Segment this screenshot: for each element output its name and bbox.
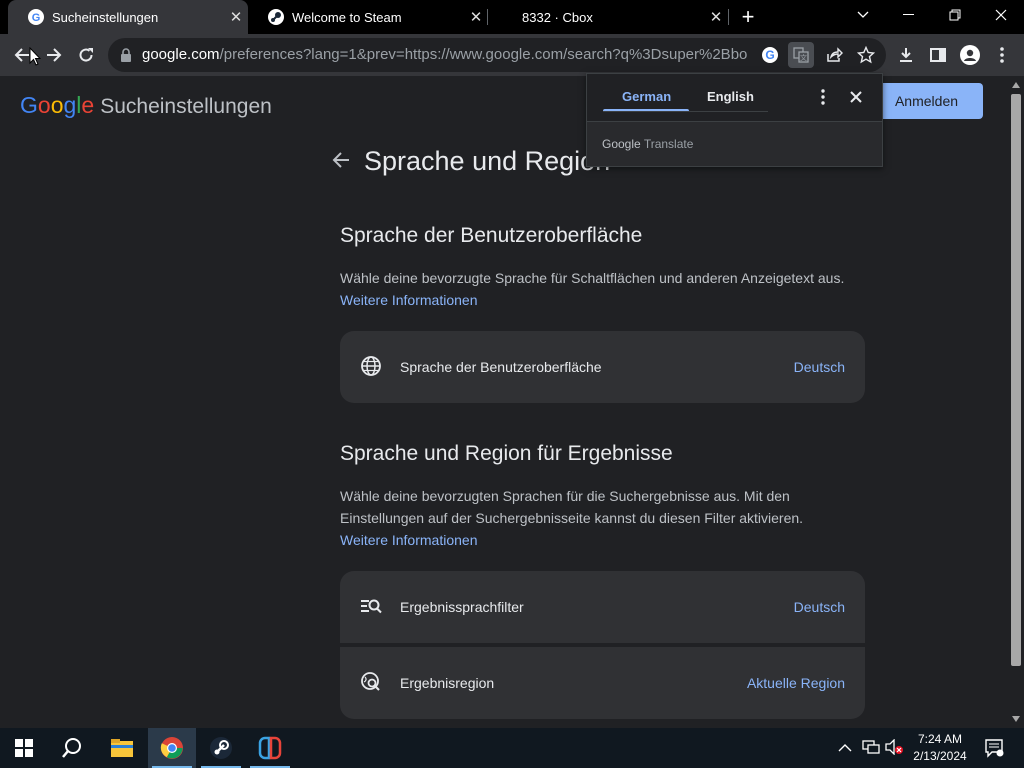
ui-language-row[interactable]: Sprache der Benutzeroberfläche Deutsch: [340, 331, 865, 403]
translate-popup: German English Google Translate: [586, 73, 883, 167]
side-panel-icon[interactable]: [925, 42, 951, 68]
lock-icon[interactable]: [113, 42, 139, 68]
tab-close-icon[interactable]: ✕: [464, 8, 488, 26]
page-scrollbar[interactable]: [1008, 76, 1024, 728]
row-label: Ergebnissprachfilter: [400, 599, 524, 615]
clock-date: 2/13/2024: [913, 749, 967, 763]
more-info-link[interactable]: Weitere Informationen: [340, 292, 477, 308]
show-hidden-icons-icon[interactable]: [838, 740, 852, 758]
tab-close-icon[interactable]: ✕: [224, 8, 248, 26]
row-value[interactable]: Deutsch: [794, 359, 845, 375]
translate-icon[interactable]: 文: [788, 42, 814, 68]
start-button[interactable]: [0, 728, 48, 768]
globe-icon: [360, 355, 384, 379]
translate-language-tabs: German English: [587, 74, 882, 120]
url-path: /preferences?lang=1&prev=https://www.goo…: [219, 46, 747, 63]
windows-taskbar: 7:24 AM 2/13/2024: [0, 728, 1024, 768]
translate-footer: Google Translate: [587, 121, 882, 166]
section-description: Wähle deine bevorzugte Sprache für Schal…: [340, 270, 845, 286]
taskbar-search-icon[interactable]: [48, 728, 96, 768]
row-label: Ergebnisregion: [400, 675, 495, 691]
tab-english[interactable]: English: [707, 89, 754, 104]
google-header: Google Sucheinstellungen: [20, 92, 272, 119]
tab-strip: G Sucheinstellungen ✕ Welcome to Steam ✕…: [0, 0, 1024, 34]
translate-close-icon[interactable]: [847, 88, 865, 106]
row-value[interactable]: Aktuelle Region: [747, 675, 845, 691]
tab-sucheinstellungen[interactable]: G Sucheinstellungen ✕: [8, 0, 248, 34]
google-lens-icon[interactable]: G: [757, 42, 783, 68]
notification-center-icon[interactable]: [984, 738, 1004, 763]
page-content: Google Sucheinstellungen Anmelden Sprach…: [0, 76, 1008, 728]
share-icon[interactable]: [821, 42, 847, 68]
google-logo[interactable]: Google: [20, 92, 94, 119]
region-search-icon: [360, 671, 384, 695]
signin-button[interactable]: Anmelden: [870, 83, 983, 119]
clock-time: 7:24 AM: [917, 732, 963, 746]
google-translate-brand: Google Translate: [602, 137, 694, 151]
section-title: Sprache der Benutzeroberfläche: [340, 224, 643, 247]
result-language-filter-row[interactable]: Ergebnissprachfilter Deutsch: [340, 571, 865, 643]
chrome-taskbar-icon[interactable]: [148, 728, 196, 768]
volume-muted-icon[interactable]: [885, 738, 903, 760]
tab-german[interactable]: German: [622, 89, 671, 104]
tab-close-icon[interactable]: ✕: [704, 8, 728, 26]
steam-taskbar-icon[interactable]: [197, 728, 245, 768]
mouse-cursor-icon: [29, 46, 43, 67]
new-tab-button[interactable]: +: [726, 2, 770, 32]
download-icon[interactable]: [893, 42, 919, 68]
section-title: Sprache und Region für Ergebnisse: [340, 442, 673, 465]
tab-title: Welcome to Steam: [292, 9, 402, 25]
network-icon[interactable]: [862, 739, 880, 760]
row-label: Sprache der Benutzeroberfläche: [400, 359, 602, 375]
file-explorer-icon[interactable]: [98, 728, 146, 768]
page-title: Sucheinstellungen: [100, 95, 272, 118]
tab-title: Sucheinstellungen: [52, 9, 159, 25]
close-window-button[interactable]: [979, 0, 1023, 30]
url-host: google.com: [142, 46, 220, 63]
scrollbar-thumb[interactable]: [1011, 94, 1021, 666]
google-favicon-icon: G: [28, 9, 44, 25]
url-text[interactable]: google.com/preferences?lang=1&prev=https…: [142, 46, 747, 63]
tab-search-icon[interactable]: [841, 0, 885, 30]
forward-button[interactable]: [41, 42, 67, 68]
bookmark-star-icon[interactable]: [853, 42, 879, 68]
back-arrow-icon[interactable]: [330, 149, 354, 173]
translate-options-icon[interactable]: [815, 88, 831, 106]
steam-favicon-icon: [268, 9, 284, 25]
tab-title: 8332 · Cbox: [522, 9, 593, 25]
restore-button[interactable]: [933, 0, 977, 30]
tab-cbox[interactable]: 8332 · Cbox ✕: [488, 0, 728, 34]
menu-dots-icon[interactable]: [989, 42, 1015, 68]
svg-text:G: G: [765, 48, 774, 62]
page-heading: Sprache und Region: [364, 146, 611, 176]
filter-search-icon: [360, 595, 384, 619]
svg-text:文: 文: [800, 53, 807, 62]
joycon-app-icon[interactable]: [246, 728, 294, 768]
row-value[interactable]: Deutsch: [794, 599, 845, 615]
reload-button[interactable]: [73, 42, 99, 68]
more-info-link[interactable]: Weitere Informationen: [340, 532, 477, 548]
system-clock[interactable]: 7:24 AM 2/13/2024: [904, 731, 976, 765]
minimize-button[interactable]: [887, 0, 931, 30]
svg-text:G: G: [32, 12, 41, 24]
section-description: Wähle deine bevorzugten Sprachen für die…: [340, 488, 804, 526]
tab-steam[interactable]: Welcome to Steam ✕: [248, 0, 488, 34]
result-region-row[interactable]: Ergebnisregion Aktuelle Region: [340, 647, 865, 719]
profile-avatar-icon[interactable]: [957, 42, 983, 68]
